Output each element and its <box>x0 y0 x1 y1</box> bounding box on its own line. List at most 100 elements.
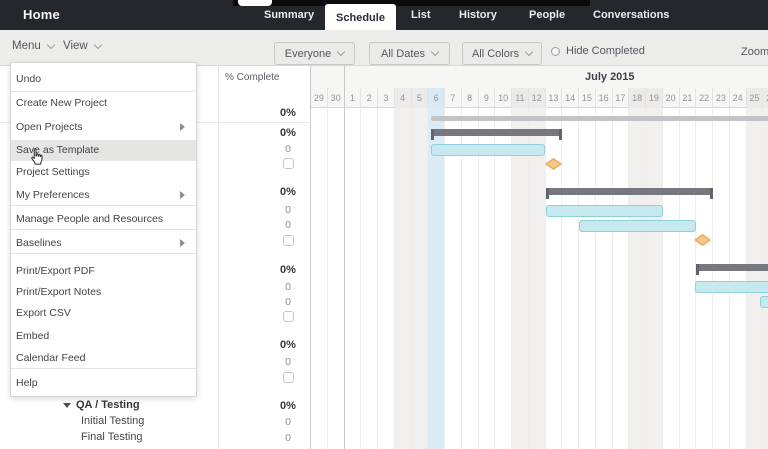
month-label: July 2015 <box>585 71 635 83</box>
menu-item-print-export-notes[interactable]: Print/Export Notes <box>11 282 196 303</box>
home-link[interactable]: Home <box>23 7 60 22</box>
menu-separator <box>11 229 196 230</box>
menu-item-embed[interactable]: Embed <box>11 326 196 347</box>
group-bar[interactable] <box>696 264 768 271</box>
tab-conversations[interactable]: Conversations <box>593 0 669 30</box>
filter-label: Everyone <box>285 48 331 60</box>
menu-item-calendar-feed[interactable]: Calendar Feed <box>11 348 196 369</box>
day-header-13: 13 <box>546 88 563 108</box>
task-bar[interactable] <box>579 220 696 232</box>
menu-item-label: Project Settings <box>16 166 90 178</box>
menu-trigger-label: Menu <box>12 40 41 52</box>
menu-item-export-csv[interactable]: Export CSV <box>11 303 196 324</box>
tab-list[interactable]: List <box>411 0 431 30</box>
day-header-18: 18 <box>629 88 646 108</box>
day-column <box>445 108 462 449</box>
menu-item-manage-people-and-resources[interactable]: Manage People and Resources <box>11 209 196 230</box>
menu-item-label: Create New Project <box>16 97 107 109</box>
percent-complete-value: 0% <box>280 107 296 119</box>
day-header-21: 21 <box>680 88 697 108</box>
menu-item-label: My Preferences <box>16 189 90 201</box>
percent-complete-header: % Complete <box>225 72 279 83</box>
group-bar-left-cap <box>546 188 549 199</box>
day-header-3: 3 <box>378 88 395 108</box>
task-bar[interactable] <box>546 205 663 217</box>
day-column <box>663 108 680 449</box>
filter-button-all-colors[interactable]: All Colors <box>462 42 542 65</box>
filter-button-all-dates[interactable]: All Dates <box>369 42 450 65</box>
task-bar[interactable] <box>760 296 768 308</box>
menu-separator <box>11 368 196 369</box>
menu-item-label: Calendar Feed <box>16 352 85 364</box>
day-column <box>495 108 512 449</box>
group-bar[interactable] <box>546 188 714 195</box>
tab-history[interactable]: History <box>459 0 497 30</box>
day-header-8: 8 <box>462 88 479 108</box>
day-column <box>361 108 378 449</box>
day-header-20: 20 <box>663 88 680 108</box>
day-header-22: 22 <box>696 88 713 108</box>
task-row-initial-testing[interactable]: Initial Testing <box>81 415 144 427</box>
menu-separator <box>11 253 196 254</box>
milestone-checkbox[interactable] <box>283 158 294 169</box>
view-dropdown-trigger[interactable]: View <box>63 40 101 52</box>
day-column <box>613 108 630 449</box>
hide-completed-toggle[interactable]: Hide Completed <box>551 45 645 57</box>
milestone-checkbox[interactable] <box>283 311 294 322</box>
day-column <box>579 108 596 449</box>
milestone-checkbox[interactable] <box>283 372 294 383</box>
group-bar-left-cap <box>696 264 699 275</box>
submenu-arrow-icon <box>180 191 185 199</box>
zoom-label: Zoom <box>741 46 768 58</box>
day-header-17: 17 <box>613 88 630 108</box>
task-bar[interactable] <box>695 281 768 293</box>
project-summary-bar[interactable] <box>431 116 768 121</box>
menu-item-create-new-project[interactable]: Create New Project <box>11 93 196 114</box>
menu-dropdown-trigger[interactable]: Menu <box>12 40 54 52</box>
filter-button-everyone[interactable]: Everyone <box>274 42 355 65</box>
percent-complete-value: 0 <box>285 432 291 444</box>
gantt-header: July 2015 293012345678910111213141516171… <box>311 66 768 108</box>
milestone-diamond[interactable] <box>694 234 711 246</box>
chevron-down-icon <box>47 40 55 48</box>
menu-item-label: Manage People and Resources <box>16 213 163 225</box>
view-trigger-label: View <box>63 40 88 52</box>
menu-item-help[interactable]: Help <box>11 373 196 394</box>
month-divider-line <box>344 66 345 449</box>
day-header-24: 24 <box>730 88 747 108</box>
weekend-column <box>646 108 663 449</box>
menu-item-print-export-pdf[interactable]: Print/Export PDF <box>11 261 196 282</box>
hide-completed-checkbox[interactable] <box>551 47 560 56</box>
task-name: Initial Testing <box>81 415 144 427</box>
group-bar-left-cap <box>431 129 434 140</box>
task-row-final-testing[interactable]: Final Testing <box>81 431 143 443</box>
percent-complete-value: 0 <box>285 356 291 368</box>
percent-complete-value: 0 <box>285 296 291 308</box>
milestone-diamond[interactable] <box>545 158 562 170</box>
toolbar: Menu View Everyone All Dates All Colors Hi… <box>0 30 768 66</box>
collapse-arrow-icon[interactable] <box>63 403 71 408</box>
day-column <box>713 108 730 449</box>
submenu-arrow-icon <box>180 123 185 131</box>
day-header-4: 4 <box>395 88 412 108</box>
task-bar[interactable] <box>431 144 546 156</box>
percent-complete-value: 0% <box>280 339 296 351</box>
menu-item-open-projects[interactable]: Open Projects <box>11 117 196 138</box>
hide-completed-label: Hide Completed <box>566 45 645 57</box>
weekend-column <box>529 108 546 449</box>
menu-item-baselines[interactable]: Baselines <box>11 233 196 254</box>
group-bar-right-cap <box>559 129 562 140</box>
menu-separator <box>11 91 196 92</box>
day-column <box>479 108 496 449</box>
day-column <box>680 108 697 449</box>
milestone-checkbox[interactable] <box>283 235 294 246</box>
tab-people[interactable]: People <box>529 0 565 30</box>
menu-item-my-preferences[interactable]: My Preferences <box>11 185 196 206</box>
day-header-6: 6 <box>428 88 445 108</box>
tab-schedule[interactable]: Schedule <box>325 4 396 33</box>
tab-summary[interactable]: Summary <box>264 0 314 30</box>
menu-item-undo[interactable]: Undo <box>11 69 196 90</box>
day-column <box>345 108 362 449</box>
task-row-qa-testing[interactable]: QA / Testing <box>63 399 140 411</box>
group-bar[interactable] <box>431 129 562 136</box>
